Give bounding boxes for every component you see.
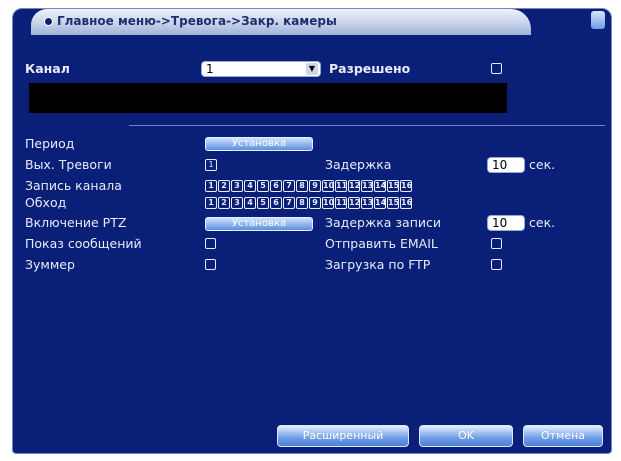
delay-label: Задержка <box>325 157 392 172</box>
alarm-out-label: Вых. Тревоги <box>25 157 112 172</box>
record-channel-15-checkbox[interactable]: 15 <box>387 180 399 192</box>
record-channel-11-checkbox[interactable]: 11 <box>335 180 347 192</box>
buzzer-label: Зуммер <box>25 257 75 272</box>
buzzer-checkbox[interactable] <box>205 259 216 270</box>
tour-channel-14-checkbox[interactable]: 14 <box>374 197 386 209</box>
tour-channel-15-checkbox[interactable]: 15 <box>387 197 399 209</box>
tour-channel-5-checkbox[interactable]: 5 <box>257 197 269 209</box>
show-message-label: Показ сообщений <box>25 236 142 251</box>
alarm-window: Главное меню->Тревога->Закр. камеры Кана… <box>12 8 612 454</box>
channel-select[interactable]: 1 ▼ <box>201 61 321 77</box>
tour-checkboxes: 1 2 3 4 5 6 7 8 9 10 11 12 13 14 15 16 <box>205 197 412 209</box>
period-label: Период <box>25 136 75 151</box>
title-bar: Главное меню->Тревога->Закр. камеры <box>31 9 531 35</box>
record-channel-14-checkbox[interactable]: 14 <box>374 180 386 192</box>
tour-channel-3-checkbox[interactable]: 3 <box>231 197 243 209</box>
close-button[interactable] <box>591 11 605 29</box>
advanced-button[interactable]: Расширенный <box>277 425 409 447</box>
tour-label: Обход <box>25 195 67 210</box>
delay-unit: сек. <box>529 157 556 172</box>
tour-channel-12-checkbox[interactable]: 12 <box>348 197 360 209</box>
period-setup-button[interactable]: Установка <box>205 137 313 151</box>
ok-button[interactable]: OK <box>419 425 513 447</box>
record-channel-13-checkbox[interactable]: 13 <box>361 180 373 192</box>
record-channel-label: Запись канала <box>25 178 122 193</box>
tour-channel-4-checkbox[interactable]: 4 <box>244 197 256 209</box>
divider <box>129 125 605 126</box>
ftp-upload-checkbox[interactable] <box>491 259 502 270</box>
tour-channel-16-checkbox[interactable]: 16 <box>400 197 412 209</box>
record-channel-4-checkbox[interactable]: 4 <box>244 180 256 192</box>
send-email-checkbox[interactable] <box>491 238 502 249</box>
record-channel-6-checkbox[interactable]: 6 <box>270 180 282 192</box>
record-channel-12-checkbox[interactable]: 12 <box>348 180 360 192</box>
tour-channel-1-checkbox[interactable]: 1 <box>205 197 217 209</box>
record-channel-5-checkbox[interactable]: 5 <box>257 180 269 192</box>
ptz-label: Включение PTZ <box>25 215 127 230</box>
send-email-label: Отправить EMAIL <box>325 236 438 251</box>
title-bullet-icon <box>44 17 53 26</box>
tour-channel-2-checkbox[interactable]: 2 <box>218 197 230 209</box>
show-message-checkbox[interactable] <box>205 238 216 249</box>
record-channel-7-checkbox[interactable]: 7 <box>283 180 295 192</box>
record-channel-3-checkbox[interactable]: 3 <box>231 180 243 192</box>
enabled-label: Разрешено <box>329 61 411 76</box>
tour-channel-6-checkbox[interactable]: 6 <box>270 197 282 209</box>
record-channel-8-checkbox[interactable]: 8 <box>296 180 308 192</box>
ptz-setup-button[interactable]: Установка <box>205 217 313 231</box>
record-channel-1-checkbox[interactable]: 1 <box>205 180 217 192</box>
tour-channel-9-checkbox[interactable]: 9 <box>309 197 321 209</box>
channel-select-value: 1 <box>206 62 214 76</box>
tour-channel-7-checkbox[interactable]: 7 <box>283 197 295 209</box>
chevron-down-icon[interactable]: ▼ <box>306 63 318 75</box>
record-delay-label: Задержка записи <box>325 215 441 230</box>
enabled-checkbox[interactable] <box>491 63 502 74</box>
record-channel-9-checkbox[interactable]: 9 <box>309 180 321 192</box>
record-delay-unit: сек. <box>529 215 556 230</box>
delay-input[interactable]: 10 <box>487 157 525 173</box>
settings-panel: Канал 1 ▼ Разрешено Период Установка Вых… <box>19 39 605 449</box>
window-title: Главное меню->Тревога->Закр. камеры <box>57 14 337 28</box>
tour-channel-11-checkbox[interactable]: 11 <box>335 197 347 209</box>
tour-channel-13-checkbox[interactable]: 13 <box>361 197 373 209</box>
record-channel-16-checkbox[interactable]: 16 <box>400 180 412 192</box>
record-delay-input[interactable]: 10 <box>487 215 525 231</box>
record-channel-10-checkbox[interactable]: 10 <box>322 180 334 192</box>
tour-channel-8-checkbox[interactable]: 8 <box>296 197 308 209</box>
channel-label: Канал <box>25 61 70 76</box>
ftp-upload-label: Загрузка по FTP <box>325 257 431 272</box>
alarm-out-1-checkbox[interactable]: 1 <box>205 159 217 171</box>
tour-channel-10-checkbox[interactable]: 10 <box>322 197 334 209</box>
cancel-button[interactable]: Отмена <box>523 425 603 447</box>
record-channel-checkboxes: 1 2 3 4 5 6 7 8 9 10 11 12 13 14 15 16 <box>205 180 412 192</box>
motion-area-bar <box>29 83 507 113</box>
record-channel-2-checkbox[interactable]: 2 <box>218 180 230 192</box>
